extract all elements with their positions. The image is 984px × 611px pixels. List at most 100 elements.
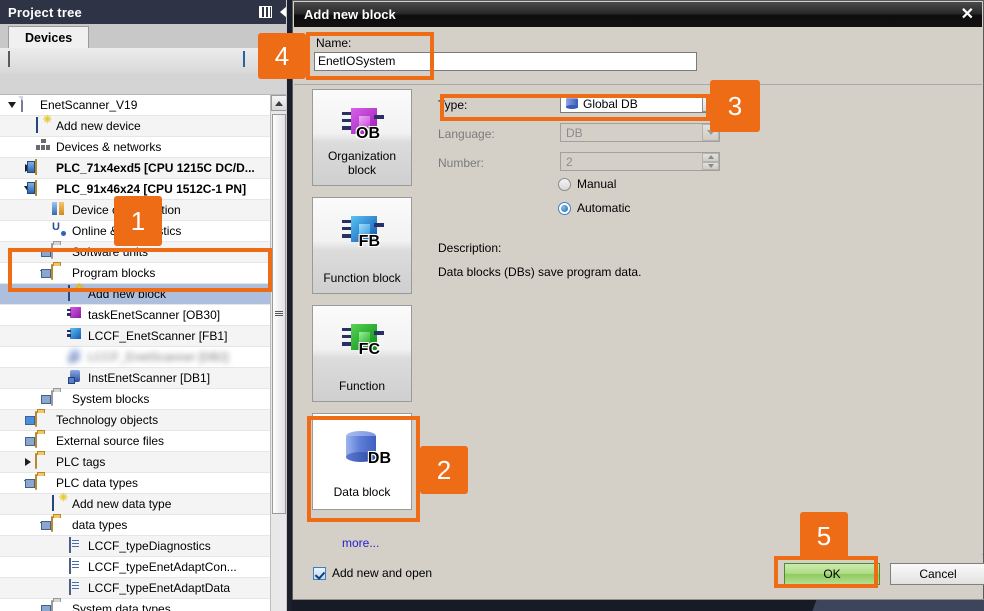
- tree-item[interactable]: PLC data types: [0, 473, 270, 494]
- add-new-and-open-checkbox[interactable]: Add new and open: [313, 566, 432, 580]
- expander[interactable]: [54, 368, 66, 388]
- project-tree-scrollbar[interactable]: [270, 95, 287, 611]
- tree-item[interactable]: data types: [0, 515, 270, 536]
- expander[interactable]: [22, 137, 34, 157]
- tree-item-label: EnetScanner_V19: [40, 98, 138, 112]
- tree-item[interactable]: EnetScanner_V19: [0, 95, 270, 116]
- block-type-tile-label: Data block: [333, 485, 391, 499]
- tree-item[interactable]: InstEnetScanner [DB1]: [0, 368, 270, 389]
- name-input[interactable]: EnetIOSystem: [314, 52, 697, 71]
- project-tree-panel: Project tree Devices EnetScanner_V19 ✳ Add…: [0, 0, 292, 611]
- block-type-tile-label: Organization block: [327, 149, 397, 177]
- ok-button[interactable]: OK: [784, 563, 880, 585]
- tree-item[interactable]: LCCF_EnetScanner [DB2]: [0, 347, 270, 368]
- stepper-down-icon: [702, 161, 719, 170]
- program-blocks-icon: [41, 264, 68, 281]
- block-type-tiles: OB Organization block FB Function block FC Fun…: [312, 89, 416, 544]
- tree-item[interactable]: LCCF_typeDiagnostics: [0, 536, 270, 557]
- expander[interactable]: [54, 347, 66, 367]
- tree-item[interactable]: Devices & networks: [0, 137, 270, 158]
- number-value: 2: [566, 154, 573, 169]
- tree-item-label: PLC_71x4exd5 [CPU 1215C DC/D...: [56, 161, 255, 175]
- tree-item[interactable]: taskEnetScanner [OB30]: [0, 305, 270, 326]
- expander[interactable]: [38, 221, 50, 241]
- blurred-icon: [66, 349, 84, 365]
- tree-item[interactable]: External source files: [0, 431, 270, 452]
- tree-item[interactable]: LCCF_typeEnetAdaptCon...: [0, 557, 270, 578]
- block-type-tile-label: Function: [338, 379, 386, 393]
- expander[interactable]: [38, 494, 50, 514]
- project-tree-toolbar: [0, 48, 292, 75]
- radio-manual[interactable]: [558, 177, 571, 191]
- dialog-footer: Add new and open OK Cancel: [294, 552, 984, 599]
- data-type-icon: [66, 558, 84, 575]
- data-type-icon: [66, 579, 84, 596]
- project-tree-list[interactable]: EnetScanner_V19 ✳ Add new device Devices & …: [0, 95, 270, 611]
- annotation-badge-5: 5: [800, 512, 848, 560]
- type-select[interactable]: Global DB: [560, 94, 720, 113]
- expander[interactable]: [22, 452, 34, 472]
- block-type-tile-db[interactable]: DB Data block: [312, 413, 412, 510]
- number-stepper: [702, 153, 719, 170]
- external-sources-icon: [25, 432, 52, 449]
- tree-item-label: System blocks: [72, 392, 150, 406]
- expander[interactable]: [38, 200, 50, 220]
- expander[interactable]: [6, 95, 18, 115]
- more-link[interactable]: more...: [342, 536, 379, 550]
- tree-item[interactable]: PLC_71x4exd5 [CPU 1215C DC/D...: [0, 158, 270, 179]
- expander[interactable]: [54, 578, 66, 598]
- columns-icon[interactable]: [259, 6, 272, 18]
- tree-item[interactable]: Program blocks: [0, 263, 270, 284]
- block-type-tile-ob[interactable]: OB Organization block: [312, 89, 412, 186]
- tree-item[interactable]: System blocks: [0, 389, 270, 410]
- project-tree-spacer: [0, 74, 292, 95]
- manual-label: Manual: [577, 177, 617, 191]
- tree-item-label: InstEnetScanner [DB1]: [88, 371, 211, 385]
- ob-icon: [66, 307, 84, 323]
- numbering-automatic-option[interactable]: Automatic: [558, 201, 630, 215]
- cancel-button[interactable]: Cancel: [890, 563, 984, 585]
- tree-item[interactable]: LCCF_typeEnetAdaptData: [0, 578, 270, 599]
- tree-item[interactable]: Technology objects: [0, 410, 270, 431]
- devices-networks-icon: [34, 139, 52, 155]
- device-config-icon: [50, 202, 68, 218]
- expander[interactable]: [54, 305, 66, 325]
- tree-item[interactable]: ✳ Add new data type: [0, 493, 270, 515]
- stepper-up-icon: [702, 153, 719, 162]
- description-text: Data blocks (DBs) save program data.: [438, 265, 642, 279]
- number-label: Number:: [438, 156, 485, 170]
- list-view-icon[interactable]: [243, 51, 245, 67]
- checkbox-icon[interactable]: [313, 566, 326, 580]
- block-type-tile-fb[interactable]: FB Function block: [312, 197, 412, 294]
- project-tree-title: Project tree: [8, 4, 82, 20]
- add-new-block-icon: ✳: [66, 283, 84, 302]
- expander[interactable]: [54, 536, 66, 556]
- expander[interactable]: [54, 284, 66, 304]
- numbering-manual-option[interactable]: Manual: [558, 177, 616, 191]
- expander[interactable]: [22, 116, 34, 136]
- dialog-title: Add new block: [304, 7, 396, 22]
- tree-item-label: Technology objects: [56, 413, 159, 427]
- scroll-up-button[interactable]: [271, 95, 287, 111]
- tree-item[interactable]: LCCF_EnetScanner [FB1]: [0, 326, 270, 347]
- tree-item[interactable]: ✳ Add new block: [0, 283, 270, 305]
- block-type-tile-fc[interactable]: FC Function: [312, 305, 412, 402]
- scrollbar-thumb[interactable]: [272, 114, 286, 514]
- tab-devices-label: Devices: [25, 30, 73, 45]
- add-new-data-type-icon: ✳: [50, 493, 68, 512]
- expander[interactable]: [54, 326, 66, 346]
- fb-block-icon: FB: [332, 214, 392, 258]
- radio-automatic[interactable]: [558, 201, 571, 215]
- tree-item[interactable]: ✳ Add new device: [0, 115, 270, 137]
- expander[interactable]: [54, 557, 66, 577]
- tab-devices[interactable]: Devices: [8, 26, 90, 48]
- close-icon[interactable]: ✕: [961, 6, 974, 23]
- db-cylinder-icon: [566, 97, 578, 110]
- project-tree-titlebar: Project tree: [0, 0, 292, 24]
- filter-icon[interactable]: [8, 51, 10, 67]
- block-properties-form: Type: Global DB Language: DB Number: 2 M…: [434, 89, 979, 544]
- tree-item[interactable]: System data types: [0, 599, 270, 611]
- tree-item[interactable]: PLC tags: [0, 452, 270, 473]
- tree-item-label: System data types: [72, 602, 171, 611]
- dialog-body: Name: EnetIOSystem OB Organization block FB…: [294, 27, 983, 579]
